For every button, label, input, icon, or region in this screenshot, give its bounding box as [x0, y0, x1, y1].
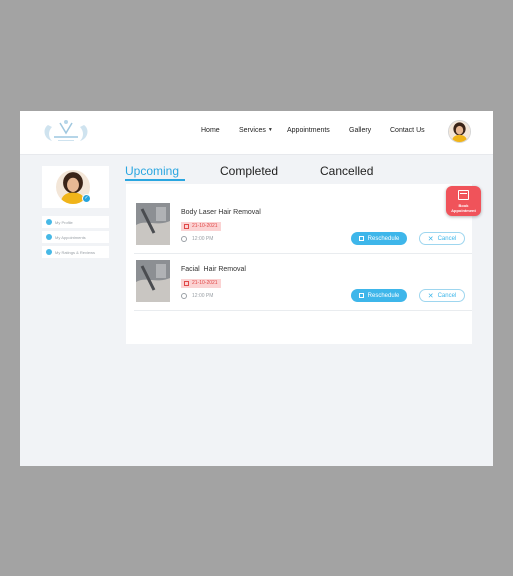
- user-avatar[interactable]: [448, 120, 471, 143]
- clock-icon: [181, 293, 187, 299]
- cancel-label: Cancel: [437, 235, 457, 242]
- nav-services[interactable]: Services ▼: [239, 127, 273, 134]
- appointment-date: 21-10-2021: [192, 223, 218, 229]
- appointment-date: 21-10-2021: [192, 280, 218, 286]
- calendar-icon: [358, 236, 364, 241]
- reschedule-button[interactable]: Reschedule: [351, 289, 407, 302]
- clock-icon: [181, 236, 187, 242]
- service-thumbnail: [136, 260, 170, 302]
- appointments-list: Body Laser Hair Removal 21-10-2021 12:00…: [126, 184, 472, 344]
- appointment-row: Facial Hair Removal 21-10-2021 12:00 PM …: [134, 255, 472, 311]
- service-name: Body Laser Hair Removal: [181, 209, 261, 216]
- tab-completed[interactable]: Completed: [220, 164, 278, 178]
- book-appointment-button[interactable]: Book Appointment: [446, 186, 481, 216]
- sidebar-item-label: My Appointments: [55, 234, 86, 240]
- star-icon: [46, 249, 52, 255]
- browser-window: Home Services ▼ Appointments Gallery Cont…: [20, 111, 493, 466]
- service-thumbnail: [136, 203, 170, 245]
- service-thumbnail-image: [136, 260, 170, 302]
- close-icon: ✕: [427, 235, 434, 243]
- appointment-time: 12:00 PM: [192, 236, 214, 242]
- salon-logo[interactable]: [38, 117, 94, 149]
- time-info: 12:00 PM: [181, 236, 213, 242]
- cancel-label: Cancel: [437, 292, 457, 299]
- cancel-button[interactable]: ✕ Cancel: [419, 289, 465, 302]
- calendar-icon: [46, 234, 52, 240]
- sidebar-item-ratings-reviews[interactable]: My Ratings & Reviews: [42, 246, 109, 258]
- nav-contact-us[interactable]: Contact Us: [390, 127, 425, 134]
- book-label-line-2: Appointment: [451, 208, 476, 213]
- reschedule-label: Reschedule: [367, 292, 400, 299]
- nav-gallery[interactable]: Gallery: [349, 127, 371, 134]
- reschedule-label: Reschedule: [367, 235, 400, 242]
- sidebar-item-my-profile[interactable]: My Profile: [42, 216, 109, 228]
- nav-appointments[interactable]: Appointments: [287, 127, 330, 134]
- appointment-time: 12:00 PM: [192, 293, 214, 299]
- chevron-down-icon: ▼: [267, 127, 273, 133]
- user-icon: [46, 219, 52, 225]
- salon-logo-graphic: [44, 120, 88, 141]
- tab-cancelled[interactable]: Cancelled: [320, 164, 373, 178]
- nav-services-label: Services: [239, 127, 266, 134]
- calendar-icon: [458, 190, 469, 200]
- tab-upcoming[interactable]: Upcoming: [125, 164, 179, 178]
- nav-home[interactable]: Home: [201, 127, 220, 134]
- calendar-icon: [184, 281, 189, 286]
- calendar-icon: [184, 224, 189, 229]
- service-thumbnail-image: [136, 203, 170, 245]
- reschedule-button[interactable]: Reschedule: [351, 232, 407, 245]
- avatar-image: [449, 121, 470, 142]
- close-icon: ✕: [427, 292, 434, 300]
- service-name: Facial Hair Removal: [181, 266, 246, 273]
- sidebar-item-my-appointments[interactable]: My Appointments: [42, 231, 109, 243]
- date-badge: 21-10-2021: [181, 279, 221, 288]
- time-info: 12:00 PM: [181, 293, 213, 299]
- top-navbar: Home Services ▼ Appointments Gallery Cont…: [20, 111, 493, 155]
- profile-card: ✓: [42, 166, 109, 208]
- calendar-icon: [358, 293, 364, 298]
- active-tab-indicator: [125, 179, 185, 181]
- book-appointment-label: Book Appointment: [446, 203, 481, 213]
- verified-check-icon: ✓: [82, 194, 91, 203]
- sidebar-item-label: My Profile: [55, 219, 73, 225]
- cancel-button[interactable]: ✕ Cancel: [419, 232, 465, 245]
- date-badge: 21-10-2021: [181, 222, 221, 231]
- appointment-row: Body Laser Hair Removal 21-10-2021 12:00…: [134, 198, 472, 254]
- sidebar-item-label: My Ratings & Reviews: [55, 249, 96, 255]
